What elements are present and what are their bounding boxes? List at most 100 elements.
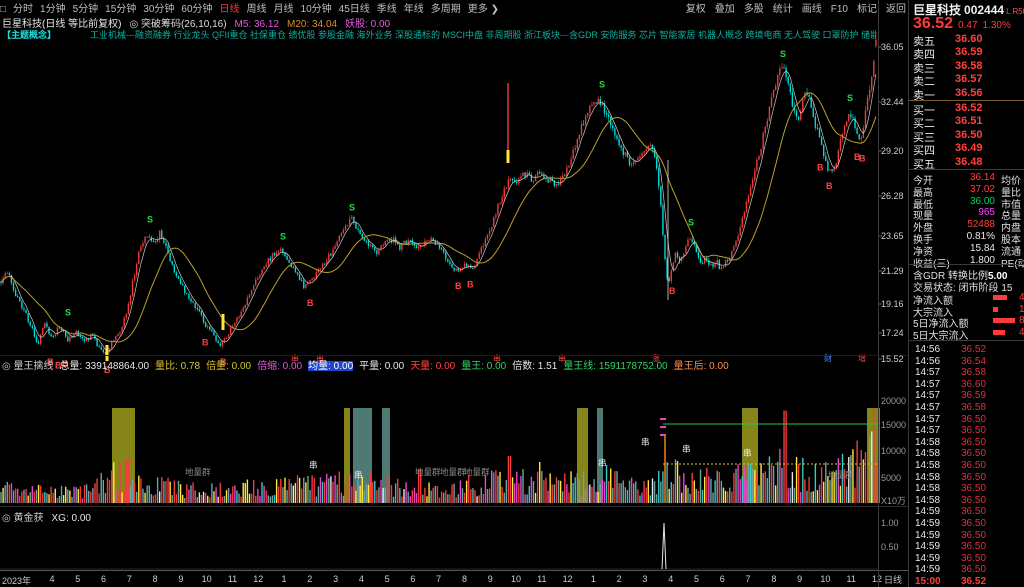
volume-bar: [430, 491, 431, 503]
timeframe-item-10分钟[interactable]: 10分钟: [301, 0, 332, 15]
candle-body: [268, 258, 269, 265]
volume-bar: [140, 478, 141, 503]
volume-bar: [243, 483, 244, 503]
timeframe-item-月线[interactable]: 月线: [274, 0, 294, 15]
timeframe-item-年线[interactable]: 年线: [404, 0, 424, 15]
volume-bar: [236, 490, 237, 503]
quote-info-row: 今开36.14均价: [913, 172, 1023, 184]
volume-bar: [282, 487, 283, 503]
candle-body: [382, 245, 383, 246]
xg-axis-label: 1.00: [881, 518, 899, 528]
volume-bar: [207, 496, 208, 503]
timeframe-item-1分钟[interactable]: 1分钟: [40, 0, 66, 15]
candle-body: [46, 323, 47, 327]
volume-bar: [620, 483, 621, 503]
volume-bar: [464, 493, 465, 503]
timeframe-item-周线[interactable]: 周线: [247, 0, 267, 15]
toolbar-item-返回[interactable]: 返回: [886, 0, 906, 15]
candle-body: [349, 219, 350, 225]
price-change: 0.47: [958, 20, 977, 31]
candle-body: [566, 167, 567, 176]
candle-body: [746, 202, 747, 212]
candle-body: [581, 124, 582, 135]
volume-bar: [671, 482, 672, 503]
toolbar-item-画线[interactable]: 画线: [802, 0, 822, 15]
tick-row: 14:5836.50: [915, 460, 1023, 471]
volume-bar: [163, 481, 164, 503]
candle-body: [760, 149, 761, 156]
volume-bar: [422, 495, 423, 503]
candle-body: [589, 106, 590, 113]
candle-body: [520, 176, 521, 178]
price-volume-chart[interactable]: SSSSSSSSBBBBBBBBBBBBBB串串串串涨财增地量群串串地量群地量群…: [0, 0, 910, 587]
candle-body: [224, 339, 225, 341]
timeframe-item-45日线[interactable]: 45日线: [339, 0, 370, 15]
tick-time: 14:59: [915, 541, 940, 552]
candle-body: [850, 114, 851, 117]
toolbar-item-F10[interactable]: F10: [831, 4, 848, 15]
month-label: 3: [333, 574, 338, 584]
volume-bar: [247, 480, 248, 503]
candle-body: [535, 176, 536, 181]
tick-row: 14:5836.50: [915, 437, 1023, 448]
sell-signal-marker: S: [147, 215, 153, 225]
volume-bar: [355, 491, 356, 503]
candle-body: [86, 338, 87, 341]
timeframe-item-更多 ❯[interactable]: 更多 ❯: [468, 0, 499, 15]
timeframe-item-多周期[interactable]: 多周期: [431, 0, 461, 15]
volume-bar: [385, 488, 386, 503]
concept-tags-row: 【主题概念】工业机械---融资融券 行业龙头 QFII重仓 社保重仓 绩优股 参…: [2, 28, 876, 40]
candle-body: [201, 311, 202, 315]
candle-body: [585, 116, 586, 125]
timeframe-item-分时[interactable]: 分时: [13, 0, 33, 15]
month-label: 1: [282, 574, 287, 584]
volume-bar: [351, 487, 352, 503]
candle-body: [577, 139, 578, 148]
candle-body: [249, 295, 250, 298]
toolbar-item-叠加[interactable]: 叠加: [715, 0, 735, 15]
volume-bar: [829, 480, 830, 503]
volume-bar: [616, 471, 617, 503]
candle-body: [188, 294, 189, 299]
volume-indicator-segment: ◎ 量王擒线: [2, 361, 54, 371]
candle-body: [549, 179, 550, 183]
price-axis-label: 19.16: [881, 299, 904, 309]
candle-body: [82, 337, 83, 339]
toolbar-item-标记[interactable]: 标记: [857, 0, 877, 15]
volume-bar: [155, 494, 156, 503]
volume-bar: [201, 495, 202, 503]
timeframe-item-季线[interactable]: 季线: [377, 0, 397, 15]
volume-bar: [694, 481, 695, 503]
candle-body: [660, 186, 661, 205]
sell-level-price: 36.58: [955, 60, 983, 72]
volume-bar: [719, 472, 720, 503]
volume-bar: [497, 476, 498, 503]
sidebar-price-row: 36.520.471.30%: [913, 15, 1011, 33]
toolbar-item-统计[interactable]: 统计: [773, 0, 793, 15]
volume-bar: [311, 475, 312, 503]
timeframe-item-5分钟[interactable]: 5分钟: [73, 0, 99, 15]
candle-body: [819, 128, 820, 137]
window-icon[interactable]: □: [0, 4, 6, 15]
candle-body: [639, 156, 640, 158]
sell-signal-marker: S: [780, 49, 786, 59]
candle-body: [197, 308, 198, 309]
timeframe-item-15分钟[interactable]: 15分钟: [105, 0, 136, 15]
toolbar-item-复权[interactable]: 复权: [686, 0, 706, 15]
candle-body: [658, 168, 659, 186]
candle-body: [428, 240, 429, 241]
volume-bar: [105, 493, 106, 503]
timeframe-item-60分钟[interactable]: 60分钟: [181, 0, 212, 15]
volume-bar: [69, 491, 70, 503]
tick-price: 36.50: [961, 472, 986, 483]
xg-indicator-row: ◎ 黄金获XG: 0.00: [2, 509, 99, 524]
timeframe-item-30分钟[interactable]: 30分钟: [143, 0, 174, 15]
timeframe-item-日线[interactable]: 日线: [220, 0, 240, 15]
candle-body: [871, 77, 872, 90]
volume-bar: [474, 490, 475, 503]
buy-queue-row: 买三36.50: [913, 129, 1021, 142]
candle-body: [790, 84, 791, 93]
volume-bar: [366, 484, 367, 503]
toolbar-item-多股[interactable]: 多股: [744, 0, 764, 15]
candle-body: [572, 150, 573, 159]
